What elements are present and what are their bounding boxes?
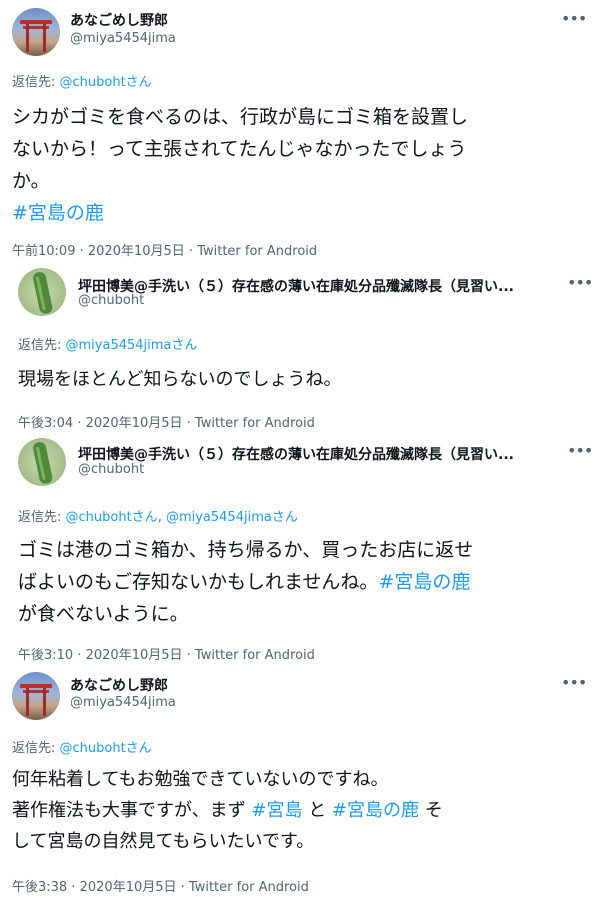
tweet-time-link[interactable]: 午前10:09	[12, 244, 75, 259]
avatar[interactable]	[18, 438, 66, 486]
tweet-source-link[interactable]: Twitter for Android	[195, 416, 315, 431]
tweet-text-line: か。	[12, 170, 50, 192]
reply-prefix: 返信先:	[12, 75, 60, 90]
cucumber-icon	[33, 272, 53, 314]
reply-mention-link[interactable]: @chubohtさん	[66, 510, 158, 525]
user-handle[interactable]: @chuboht	[78, 293, 144, 308]
more-options-icon[interactable]: •••	[561, 11, 587, 27]
tweet-text-line: シカがゴミを食べるのは、行政が島にゴミ箱を設置し	[12, 106, 469, 128]
more-options-icon[interactable]: •••	[567, 275, 593, 291]
reply-context: 返信先: @chubohtさん, @miya5454jimaさん	[18, 506, 298, 525]
tweet-text: 現場をほとんど知らないのでしょうね。	[18, 366, 588, 394]
tweet-date-link[interactable]: 2020年10月5日	[86, 416, 183, 431]
more-options-icon[interactable]: •••	[561, 675, 587, 691]
reply-mention-link[interactable]: @chubohtさん	[60, 75, 152, 90]
reply-separator: ,	[157, 510, 166, 525]
tweet-text-line: と	[302, 800, 332, 821]
meta-separator: ·	[182, 416, 195, 431]
tweet-meta: 午後3:04 · 2020年10月5日 · Twitter for Androi…	[18, 412, 315, 431]
tweet-meta: 午後3:38 · 2020年10月5日 · Twitter for Androi…	[12, 876, 309, 895]
tweet-text-line: 著作権法も大事ですが、まず	[12, 800, 252, 821]
hashtag-link[interactable]: #宮島の鹿	[12, 202, 104, 224]
reply-mention-link[interactable]: @miya5454jimaさん	[166, 510, 298, 525]
tweet-source-link[interactable]: Twitter for Android	[189, 880, 309, 895]
reply-context: 返信先: @chubohtさん	[12, 71, 152, 90]
user-handle[interactable]: @miya5454jima	[70, 695, 176, 710]
meta-separator: ·	[176, 880, 189, 895]
tweet-meta: 午前10:09 · 2020年10月5日 · Twitter for Andro…	[12, 240, 317, 259]
tweet-text-line: 現場をほとんど知らないのでしょうね。	[18, 369, 342, 390]
user-handle[interactable]: @chuboht	[78, 462, 144, 477]
tweet-text: ゴミは港のゴミ箱か、持ち帰るか、買ったお店に返せ ばよいのもご存知ないかもしれま…	[18, 534, 593, 630]
meta-separator: ·	[182, 648, 195, 663]
display-name[interactable]: あなごめし野郎	[70, 10, 168, 30]
torii-icon	[20, 20, 52, 52]
tweet-text-line: 何年粘着してもお勉強できていないのですね。	[12, 769, 389, 790]
cucumber-icon	[33, 442, 53, 484]
tweet-date-link[interactable]: 2020年10月5日	[86, 648, 183, 663]
tweet-date-link[interactable]: 2020年10月5日	[88, 244, 185, 259]
more-options-icon[interactable]: •••	[567, 443, 593, 459]
tweet-text-line: ばよいのもご存知ないかもしれませんね。	[18, 571, 379, 593]
tweet-text: 何年粘着してもお勉強できていないのですね。 著作権法も大事ですが、まず #宮島 …	[12, 764, 592, 857]
display-name[interactable]: 坪田博美@手洗い（５）存在感の薄い在庫処分品殲滅隊長（見習い...	[78, 444, 514, 464]
reply-context: 返信先: @miya5454jimaさん	[18, 334, 197, 353]
tweet-source-link[interactable]: Twitter for Android	[195, 648, 315, 663]
reply-prefix: 返信先:	[12, 741, 60, 756]
avatar[interactable]	[12, 672, 60, 720]
tweet-text: シカがゴミを食べるのは、行政が島にゴミ箱を設置し ないから！って主張されてたんじ…	[12, 101, 592, 229]
reply-mention-link[interactable]: @miya5454jimaさん	[66, 338, 198, 353]
tweet-time-link[interactable]: 午後3:38	[12, 880, 67, 895]
meta-separator: ·	[184, 244, 198, 259]
tweet-time-link[interactable]: 午後3:10	[18, 648, 73, 663]
meta-separator: ·	[67, 880, 80, 895]
tweet-text-line: ゴミは港のゴミ箱か、持ち帰るか、買ったお店に返せ	[18, 539, 474, 561]
torii-icon	[20, 684, 52, 716]
tweet-text-line: して宮島の自然見てもらいたいです。	[12, 831, 315, 852]
meta-separator: ·	[75, 244, 88, 259]
hashtag-link[interactable]: #宮島の鹿	[378, 571, 470, 593]
tweet-date-link[interactable]: 2020年10月5日	[80, 880, 177, 895]
tweet-text-line: ないから！って主張されてたんじゃなかったでしょう	[12, 138, 467, 160]
reply-context: 返信先: @chubohtさん	[12, 737, 152, 756]
hashtag-link[interactable]: #宮島の鹿	[332, 800, 419, 821]
hashtag-link[interactable]: #宮島	[251, 800, 302, 821]
reply-prefix: 返信先:	[18, 338, 66, 353]
user-handle[interactable]: @miya5454jima	[70, 31, 176, 46]
tweet-source-link[interactable]: Twitter for Android	[197, 244, 317, 259]
reply-mention-link[interactable]: @chubohtさん	[60, 741, 152, 756]
meta-separator: ·	[73, 416, 86, 431]
reply-prefix: 返信先:	[18, 510, 66, 525]
tweet-time-link[interactable]: 午後3:04	[18, 416, 73, 431]
tweet-text-line: が食べないように。	[18, 603, 189, 625]
tweet-meta: 午後3:10 · 2020年10月5日 · Twitter for Androi…	[18, 644, 315, 663]
avatar[interactable]	[12, 8, 60, 56]
avatar[interactable]	[18, 268, 66, 316]
meta-separator: ·	[73, 648, 86, 663]
display-name[interactable]: あなごめし野郎	[70, 675, 168, 695]
tweet-text-line: そ	[419, 800, 443, 821]
